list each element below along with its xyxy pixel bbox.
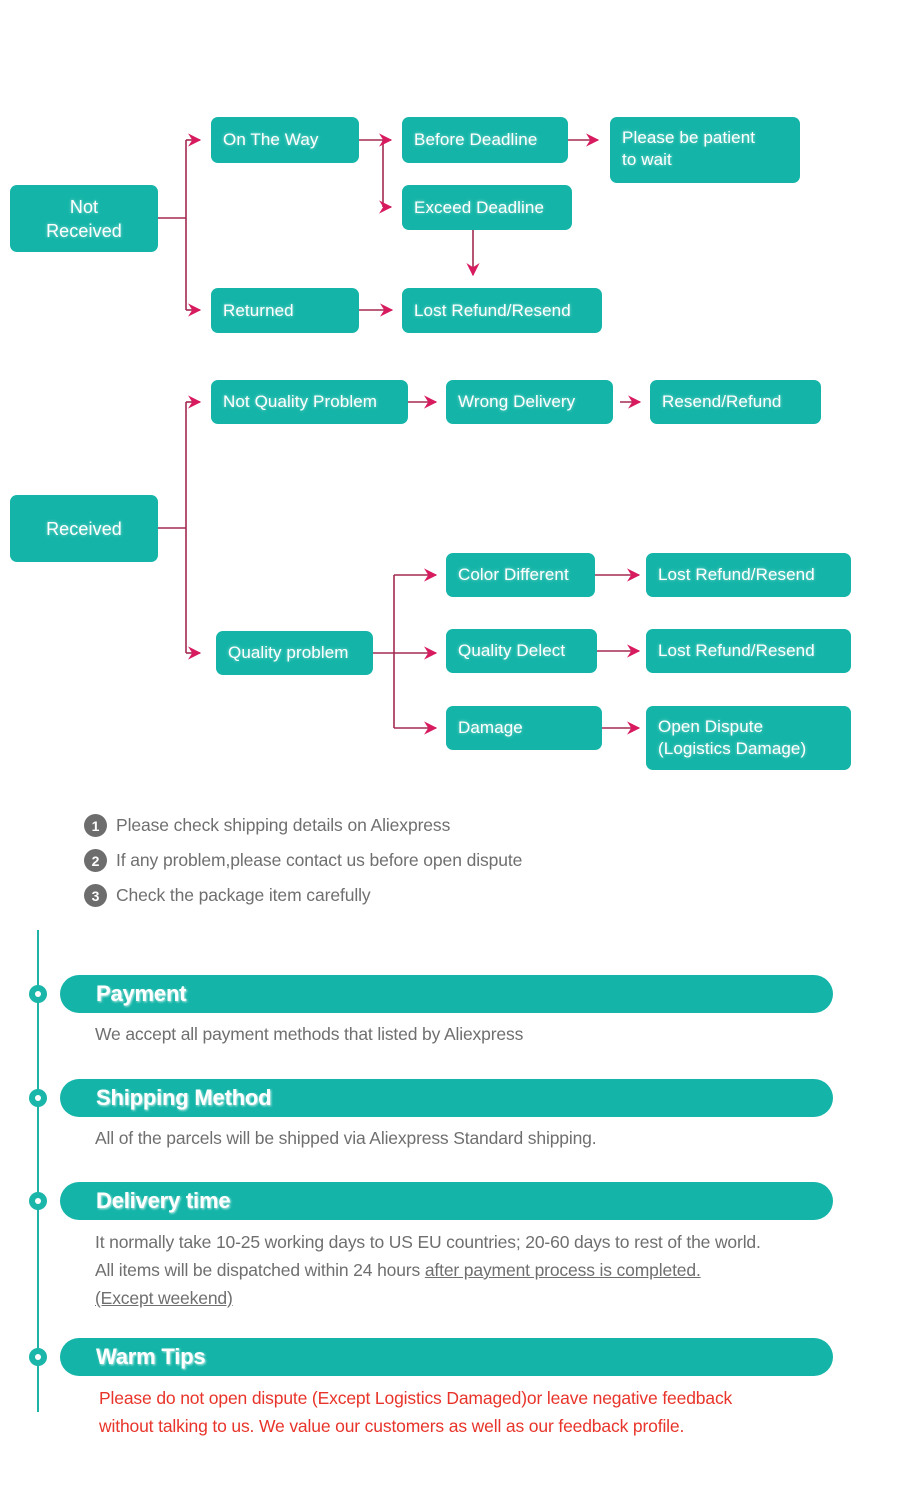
node-color-different: Color Different (446, 553, 595, 597)
node-please-be-patient-line1: Please be patient (622, 128, 756, 147)
section-header-shipping-method: Shipping Method (60, 1079, 833, 1117)
timeline-dot-payment (29, 985, 47, 1003)
node-quality-delect: Quality Delect (446, 629, 597, 673)
node-open-dispute-label: Open Dispute (Logistics Damage) (658, 716, 806, 760)
node-please-be-patient-line2: to wait (622, 150, 672, 169)
node-quality-problem: Quality problem (216, 631, 373, 675)
node-on-the-way: On The Way (211, 117, 359, 163)
node-not-received-line2: Received (46, 220, 122, 241)
note-text-2: If any problem,please contact us before … (116, 850, 523, 870)
section-body-payment: We accept all payment methods that liste… (95, 1024, 524, 1044)
list-item: 1 Please check shipping details on Aliex… (84, 808, 784, 843)
note-badge-1: 1 (84, 814, 107, 837)
node-not-received: Not Received (10, 185, 158, 252)
node-lost-refund-resend-3: Lost Refund/Resend (646, 629, 851, 673)
section-body-warm-tips: Please do not open dispute (Except Logis… (99, 1384, 889, 1440)
product-policy-infographic: Not Received On The Way Before Deadline … (0, 0, 900, 1500)
node-damage: Damage (446, 706, 602, 750)
node-open-dispute-line2: (Logistics Damage) (658, 739, 807, 758)
delivery-line-2-underlined: after payment process is completed. (424, 1260, 701, 1280)
node-resend-refund: Resend/Refund (650, 380, 821, 424)
node-wrong-delivery: Wrong Delivery (446, 380, 613, 424)
node-received: Received (10, 495, 158, 562)
list-item: 3 Check the package item carefully (84, 878, 784, 913)
numbered-notes-list: 1 Please check shipping details on Aliex… (84, 808, 784, 913)
node-please-be-patient-label: Please be patient to wait (622, 127, 755, 171)
delivery-line-1: It normally take 10-25 working days to U… (95, 1232, 761, 1252)
node-before-deadline: Before Deadline (402, 117, 568, 163)
node-lost-refund-resend-1: Lost Refund/Resend (402, 288, 602, 333)
node-exceed-deadline: Exceed Deadline (402, 185, 572, 230)
timeline-dot-shipping-method (29, 1089, 47, 1107)
delivery-line-3: (Except weekend) (95, 1284, 885, 1312)
node-not-received-line1: Not (69, 196, 99, 217)
warm-tips-line-2: without talking to us. We value our cust… (99, 1416, 685, 1436)
note-text-1: Please check shipping details on Aliexpr… (116, 815, 451, 835)
node-open-dispute-line1: Open Dispute (658, 717, 764, 736)
timeline-dot-warm-tips (29, 1348, 47, 1366)
section-body-shipping-method: All of the parcels will be shipped via A… (95, 1124, 885, 1152)
note-badge-3: 3 (84, 884, 107, 907)
section-header-payment: Payment (60, 975, 833, 1013)
section-header-delivery-time: Delivery time (60, 1182, 833, 1220)
section-header-warm-tips: Warm Tips (60, 1338, 833, 1376)
timeline-dot-delivery-time (29, 1192, 47, 1210)
section-body-delivery-time: It normally take 10-25 working days to U… (95, 1228, 885, 1312)
warm-tips-line-1: Please do not open dispute (Except Logis… (99, 1388, 733, 1408)
section-body-shipping-text: All of the parcels will be shipped via A… (95, 1128, 597, 1148)
note-badge-2: 2 (84, 849, 107, 872)
delivery-line-2: All items will be dispatched within 24 h… (95, 1256, 885, 1284)
node-please-be-patient-to-wait: Please be patient to wait (610, 117, 800, 183)
node-open-dispute-logistics-damage: Open Dispute (Logistics Damage) (646, 706, 851, 770)
list-item: 2 If any problem,please contact us befor… (84, 843, 784, 878)
delivery-line-3-underlined: (Except weekend) (95, 1288, 233, 1308)
node-returned: Returned (211, 288, 359, 333)
node-not-received-label: Not Received (46, 195, 122, 243)
node-lost-refund-resend-2: Lost Refund/Resend (646, 553, 851, 597)
note-text-3: Check the package item carefully (116, 885, 371, 905)
node-not-quality-problem: Not Quality Problem (211, 380, 408, 424)
delivery-line-2-plain: All items will be dispatched within 24 h… (95, 1260, 425, 1280)
